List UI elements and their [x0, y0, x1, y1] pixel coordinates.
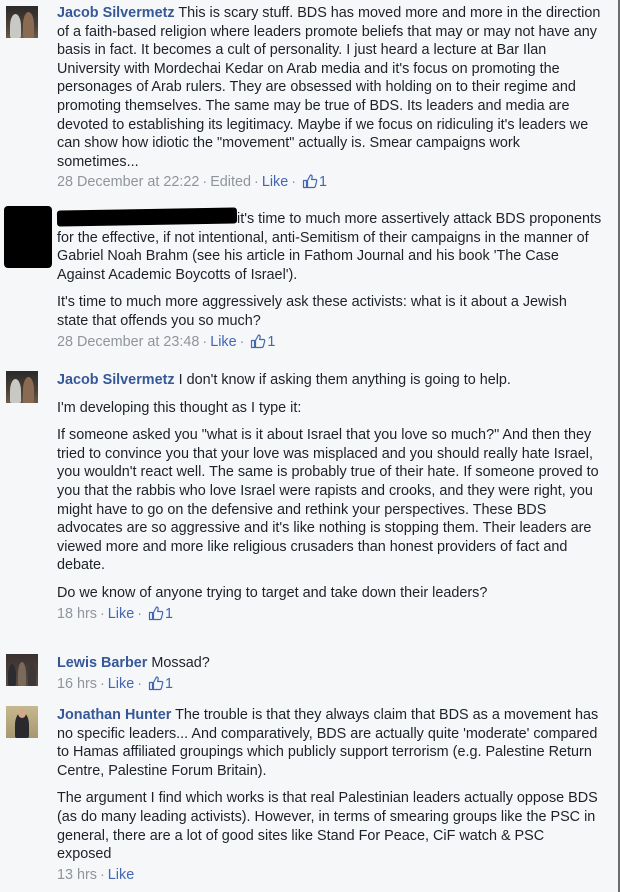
- like-count[interactable]: 1: [319, 174, 327, 190]
- avatar[interactable]: [4, 206, 52, 268]
- thumbs-up-icon: [250, 333, 266, 355]
- like-button[interactable]: Like: [262, 174, 288, 190]
- thumbs-up-icon: [148, 605, 164, 627]
- comment-text: Do we know of anyone trying to target an…: [57, 584, 488, 601]
- avatar[interactable]: [6, 371, 38, 403]
- like-count[interactable]: 1: [165, 676, 173, 692]
- comment-meta: 18 hrs · Like · 1: [57, 605, 602, 627]
- comment-meta: 28 December at 22:22 · Edited · Like · 1: [57, 173, 602, 195]
- like-button[interactable]: Like: [108, 867, 134, 883]
- comment-timestamp[interactable]: 28 December at 23:48: [57, 334, 199, 350]
- edited-label[interactable]: Edited: [210, 174, 251, 190]
- like-button[interactable]: Like: [210, 334, 236, 350]
- comment-text: it's time to much more assertively attac…: [57, 211, 602, 283]
- avatar[interactable]: [6, 706, 38, 738]
- like-count[interactable]: 1: [165, 606, 173, 622]
- like-count[interactable]: 1: [267, 334, 275, 350]
- comment-author-link[interactable]: Jacob Silvermetz: [57, 372, 175, 388]
- like-button[interactable]: Like: [108, 606, 134, 622]
- comment-timestamp[interactable]: 13 hrs: [57, 867, 97, 883]
- comment-timestamp[interactable]: 28 December at 22:22: [57, 174, 199, 190]
- comment-timestamp[interactable]: 18 hrs: [57, 606, 97, 622]
- thumbs-up-icon: [302, 173, 318, 195]
- comment-author-link[interactable]: Lewis Barber: [57, 655, 147, 671]
- comment-author-link[interactable]: Jacob Silvermetz: [57, 5, 175, 21]
- avatar[interactable]: [6, 654, 38, 686]
- thumbs-up-icon: [148, 675, 164, 697]
- comment-meta: 16 hrs · Like · 1: [57, 675, 602, 697]
- comment-text: The argument I find which works is that …: [57, 790, 598, 863]
- comment-text: I don't know if asking them anything is …: [178, 372, 511, 388]
- comment-meta: 28 December at 23:48 · Like · 1: [57, 333, 602, 355]
- comment-author-link[interactable]: Jonathan Hunter: [57, 707, 171, 723]
- comment-text: I'm developing this thought as I type it…: [57, 399, 302, 416]
- comment-text: This is scary stuff. BDS has moved more …: [57, 5, 601, 170]
- avatar[interactable]: [6, 6, 38, 38]
- comment-text: It's time to much more aggressively ask …: [57, 294, 567, 329]
- comment-text: Mossad?: [151, 655, 210, 671]
- like-button[interactable]: Like: [108, 676, 134, 692]
- comment-text: If someone asked you "what is it about I…: [57, 427, 599, 574]
- comment-meta: 13 hrs · Like: [57, 866, 135, 883]
- comment-timestamp[interactable]: 16 hrs: [57, 676, 97, 692]
